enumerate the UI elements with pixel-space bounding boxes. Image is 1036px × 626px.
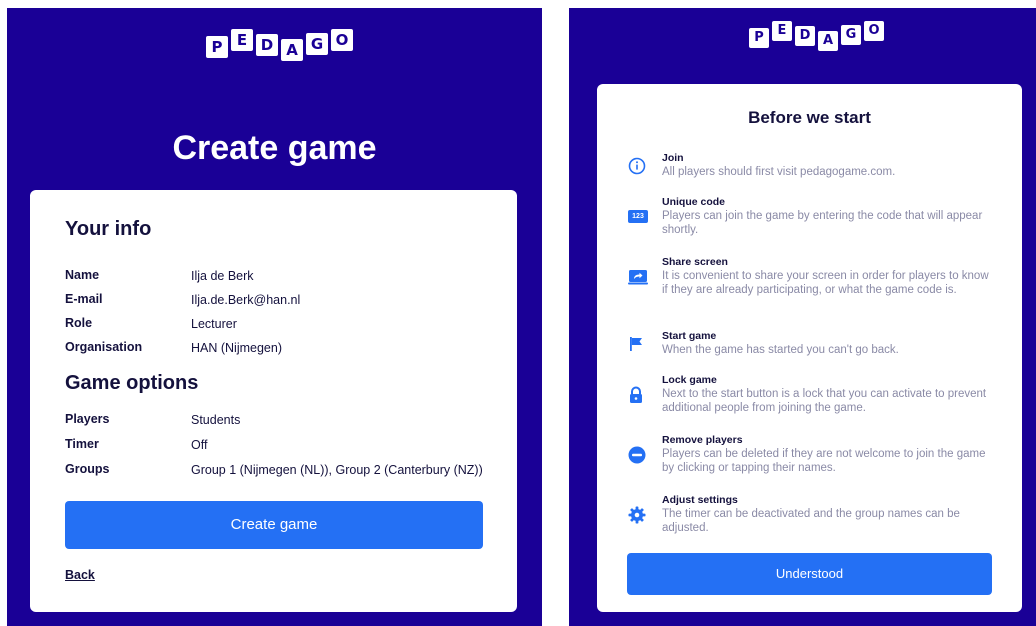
pedago-logo: P E D A G O [749,21,884,51]
tip-lock-game: Lock game Next to the start button is a … [627,374,997,415]
create-game-button[interactable]: Create game [65,501,483,549]
logo-letter: A [818,31,838,51]
tip-heading: Unique code [662,196,726,208]
logo-letter: D [795,26,815,46]
info-value: Ilja de Berk [191,269,254,283]
tip-remove-players: Remove players Players can be deleted if… [627,434,997,475]
option-row-groups: Groups Group 1 (Nijmegen (NL)), Group 2 … [65,462,495,478]
tip-heading: Start game [662,330,717,342]
tip-share-screen: Share screen It is convenient to share y… [627,256,997,297]
back-link[interactable]: Back [65,568,95,582]
your-info-heading: Your info [65,218,152,240]
info-label: Organisation [65,340,143,354]
option-label: Timer [65,437,99,451]
game-summary-card: Your info Name Ilja de Berk E-mail Ilja.… [30,190,517,612]
number-code-icon: 123 [628,210,648,223]
info-value: Ilja.de.Berk@han.nl [191,293,301,307]
minus-circle-icon [628,446,646,463]
before-start-screen: P E D A G O Before we start Join All pla… [569,8,1036,626]
logo-letter: O [331,29,353,51]
tip-start-game: Start game When the game has started you… [627,330,997,357]
tip-unique-code: 123 Unique code Players can join the gam… [627,196,997,237]
info-row-name: Name Ilja de Berk [65,268,495,284]
instructions-modal: Before we start Join All players should … [597,84,1022,612]
tip-join: Join All players should first visit peda… [627,152,997,179]
logo-letter: A [281,39,303,61]
option-value: Off [191,438,208,452]
logo-letter: E [772,21,792,41]
logo-letter: G [306,33,328,55]
tip-heading: Share screen [662,256,728,268]
option-value: Group 1 (Nijmegen (NL)), Group 2 (Canter… [191,463,483,477]
info-icon [628,157,646,174]
game-options-heading: Game options [65,372,199,394]
tip-text: The timer can be deactivated and the gro… [662,508,960,534]
info-label: Name [65,268,100,282]
logo-letter: P [206,36,228,58]
tip-adjust-settings: Adjust settings The timer can be deactiv… [627,494,997,535]
tip-heading: Adjust settings [662,494,738,506]
tip-text: It is convenient to share your screen in… [662,270,989,296]
option-label: Groups [65,462,110,476]
info-row-email: E-mail Ilja.de.Berk@han.nl [65,292,495,308]
info-value: HAN (Nijmegen) [191,341,282,355]
logo-letter: O [864,21,884,41]
tip-heading: Remove players [662,434,743,446]
tip-heading: Join [662,152,684,164]
tip-text: All players should first visit pedagogam… [662,166,896,178]
share-screen-icon [628,269,648,284]
understood-button[interactable]: Understood [627,553,992,595]
tip-text: Players can be deleted if they are not w… [662,448,986,474]
logo-letter: E [231,29,253,51]
gear-icon [628,506,646,523]
info-label: E-mail [65,292,103,306]
option-row-players: Players Students [65,412,495,428]
info-row-role: Role Lecturer [65,316,495,332]
tip-text: Next to the start button is a lock that … [662,388,987,414]
tip-text: When the game has started you can't go b… [662,344,899,356]
tip-heading: Lock game [662,374,717,386]
logo-letter: G [841,25,861,45]
option-label: Players [65,412,110,426]
info-value: Lecturer [191,317,237,331]
option-value: Students [191,413,241,427]
info-label: Role [65,316,93,330]
pedago-logo: P E D A G O [206,29,353,61]
tip-text: Players can join the game by entering th… [662,210,983,236]
modal-title: Before we start [748,108,871,127]
info-row-organisation: Organisation HAN (Nijmegen) [65,340,495,356]
create-game-screen: P E D A G O Create game Your info Name I… [7,8,542,626]
lock-icon [630,386,642,403]
flag-icon [630,336,642,351]
option-row-timer: Timer Off [65,437,495,453]
page-title: Create game [172,129,377,167]
logo-letter: P [749,28,769,48]
logo-letter: D [256,34,278,56]
